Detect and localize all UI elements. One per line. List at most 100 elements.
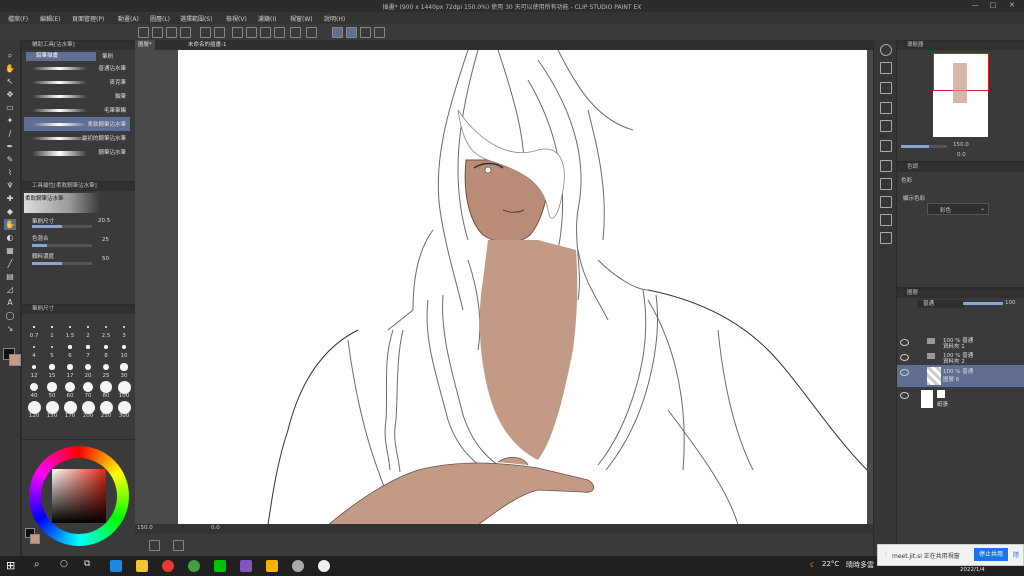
- eraser-tool-icon[interactable]: ◆: [4, 206, 16, 217]
- app-icon[interactable]: [240, 560, 252, 572]
- zoom-tool-icon[interactable]: ⌕: [4, 50, 16, 61]
- help-icon[interactable]: [374, 27, 385, 38]
- brush-size-preset[interactable]: [51, 326, 53, 328]
- clock-date[interactable]: 2022/1/4: [960, 567, 985, 573]
- brush-size-preset[interactable]: [87, 326, 89, 328]
- airbrush-tool-icon[interactable]: ♆: [4, 180, 16, 191]
- file-explorer-icon[interactable]: [136, 560, 148, 572]
- zoom-readout[interactable]: 150.0: [137, 525, 153, 531]
- brush-size-preset[interactable]: [120, 363, 128, 371]
- search-layer-icon[interactable]: [880, 120, 892, 132]
- figure-tool-icon[interactable]: ╱: [4, 258, 16, 269]
- brush-item[interactable]: 普通沾水筆: [24, 61, 130, 75]
- undo-icon[interactable]: [200, 27, 211, 38]
- brush-size-preset[interactable]: [117, 380, 131, 394]
- blend-tool-icon[interactable]: ✋: [4, 219, 16, 230]
- menu-view[interactable]: 檢視(V): [226, 14, 247, 23]
- crop-icon[interactable]: [290, 27, 301, 38]
- gradient-tool-icon[interactable]: ▦: [4, 245, 16, 256]
- operation-tool-icon[interactable]: ↖: [4, 76, 16, 87]
- brush-size-preset[interactable]: [29, 382, 39, 392]
- menu-help[interactable]: 說明(H): [324, 14, 345, 23]
- cortana-icon[interactable]: ○: [60, 559, 68, 569]
- brush-size-preset[interactable]: [31, 364, 37, 370]
- snap-grid-icon[interactable]: [346, 27, 357, 38]
- blend-mode-select[interactable]: 普通: [917, 300, 965, 308]
- menu-layer[interactable]: 圖層(L): [150, 14, 170, 23]
- export-icon[interactable]: [180, 27, 191, 38]
- brush-size-preset[interactable]: [81, 400, 95, 414]
- subview-icon[interactable]: [880, 62, 892, 74]
- correct-line-tool-icon[interactable]: ↘: [4, 323, 16, 334]
- clip-studio-icon[interactable]: [318, 560, 330, 572]
- brush-size-preset[interactable]: [102, 363, 110, 371]
- prop-color-mix-value[interactable]: 25: [102, 237, 109, 243]
- brush-size-preset[interactable]: [86, 345, 90, 349]
- line-icon[interactable]: [214, 560, 226, 572]
- brush-size-preset[interactable]: [32, 345, 36, 349]
- brush-item[interactable]: 毛筆筆觸: [24, 103, 130, 117]
- brush-size-preset[interactable]: [47, 382, 57, 392]
- frame-tool-icon[interactable]: ▤: [4, 271, 16, 282]
- deselect-icon[interactable]: [274, 27, 285, 38]
- layer-row-selected[interactable]: 100 % 普通 圖層 6: [897, 365, 1024, 387]
- auto-action-icon[interactable]: [880, 232, 892, 244]
- menu-filter[interactable]: 濾鏡(I): [258, 14, 276, 23]
- brush-size-preset[interactable]: [99, 400, 113, 414]
- menu-file[interactable]: 檔案(F): [8, 14, 28, 23]
- menu-animation[interactable]: 動畫(A): [118, 14, 139, 23]
- redo-icon[interactable]: [214, 27, 225, 38]
- auto-select-tool-icon[interactable]: ✦: [4, 115, 16, 126]
- chrome-profile-icon[interactable]: [188, 560, 200, 572]
- brush-item[interactable]: 最初的鋼筆沾水筆: [24, 131, 130, 145]
- minimize-button[interactable]: —: [968, 1, 982, 11]
- opacity-slider[interactable]: [963, 302, 1003, 305]
- doc-tab-active[interactable]: 圖層*: [135, 40, 155, 50]
- maximize-button[interactable]: □: [986, 1, 1000, 11]
- nav-zoom-slider[interactable]: [901, 145, 947, 148]
- hide-button[interactable]: 隱: [1013, 550, 1019, 559]
- reset-view-icon[interactable]: [173, 540, 184, 551]
- task-view-icon[interactable]: ⧉: [84, 559, 90, 569]
- color-mix-slider[interactable]: [32, 244, 92, 247]
- fill-icon[interactable]: [260, 27, 271, 38]
- pencil-tool-icon[interactable]: ✎: [4, 154, 16, 165]
- brush-item[interactable]: 軸筆: [24, 89, 130, 103]
- search-icon[interactable]: ⌕: [34, 559, 40, 570]
- menu-page[interactable]: 頁面管理(P): [72, 14, 104, 23]
- balloon-tool-icon[interactable]: ◯: [4, 310, 16, 321]
- close-button[interactable]: ✕: [1005, 1, 1019, 11]
- brush-item[interactable]: 鋼筆沾水筆: [24, 145, 130, 159]
- brush-size-preset[interactable]: [69, 326, 71, 328]
- clear-icon[interactable]: [232, 27, 243, 38]
- subtool-tab-pen[interactable]: 鉛筆描畫: [26, 52, 96, 61]
- saturation-brightness-square[interactable]: [52, 469, 106, 523]
- drag-handle-icon[interactable]: ⋮: [883, 551, 889, 558]
- navigator-thumbnail[interactable]: [933, 53, 989, 137]
- move-tool-icon[interactable]: ✥: [4, 89, 16, 100]
- brush-size-preset[interactable]: [82, 381, 94, 393]
- edge-icon[interactable]: [110, 560, 122, 572]
- transform-icon[interactable]: [246, 27, 257, 38]
- navigator-icon[interactable]: [880, 44, 892, 56]
- layer-row-folder[interactable]: 100 % 普通 資料夾 1: [897, 335, 1024, 350]
- prop-paint-density-value[interactable]: 50: [102, 256, 109, 262]
- sub-color-swatch[interactable]: [9, 354, 21, 366]
- quick-access-icon[interactable]: [880, 214, 892, 226]
- expression-color-select[interactable]: 彩色 ⌄: [927, 203, 989, 215]
- menu-window[interactable]: 視窗(W): [290, 14, 313, 23]
- hand-tool-icon[interactable]: ✋: [4, 63, 16, 74]
- weather-temp[interactable]: 22°C: [822, 560, 839, 568]
- brush-tool-icon[interactable]: ⌇: [4, 167, 16, 178]
- stop-sharing-button[interactable]: 停止共用: [974, 548, 1008, 561]
- menu-edit[interactable]: 編輯(E): [40, 14, 60, 23]
- subtool-tab-brush[interactable]: 筆刷: [102, 52, 113, 60]
- brush-item-selected[interactable]: 柔軟鋼筆沾水筆: [24, 117, 130, 131]
- brush-size-preset[interactable]: [85, 364, 91, 370]
- nav-zoom-value[interactable]: 150.0: [953, 142, 969, 148]
- windows-start-icon[interactable]: ⊞: [6, 559, 15, 572]
- selection-tool-icon[interactable]: ▭: [4, 102, 16, 113]
- app-icon[interactable]: [266, 560, 278, 572]
- brush-item[interactable]: 麥克筆: [24, 75, 130, 89]
- material-icon[interactable]: [880, 102, 892, 114]
